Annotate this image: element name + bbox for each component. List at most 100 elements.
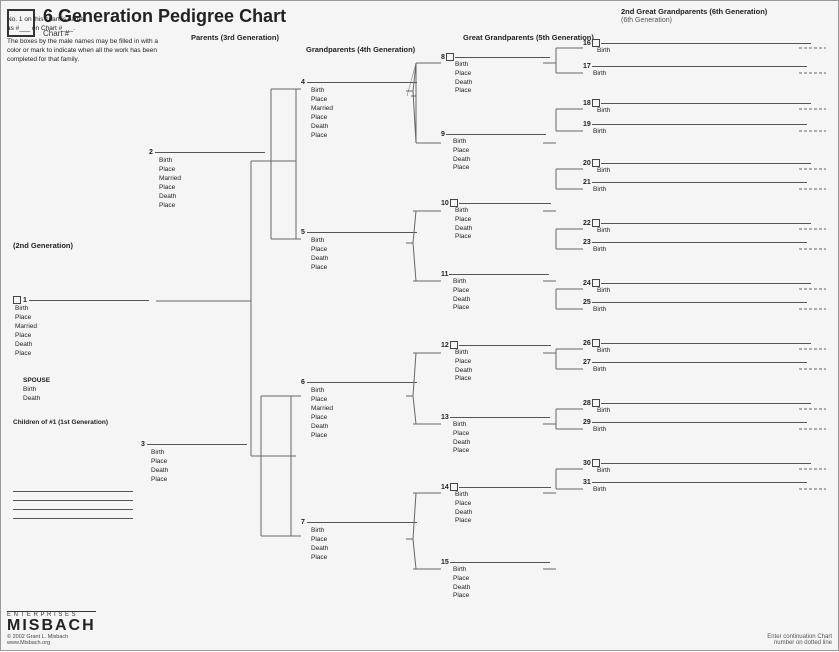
p24-num: 24 — [583, 280, 591, 287]
p30-birth: Birth — [597, 467, 811, 474]
p31-num: 31 — [583, 479, 591, 486]
no1-text-line2: as #___ on Chart #___. — [7, 24, 162, 33]
p4-fields: Birth Place Married Place Death Place — [311, 86, 417, 141]
p5-fields: Birth Place Death Place — [311, 236, 417, 272]
person-9: 9 Birth Place Death Place — [441, 131, 546, 173]
p26-num: 26 — [583, 340, 591, 347]
p13-fields: Birth Place Death Place — [453, 421, 550, 456]
person-10: 10 Birth Place Death Place — [441, 199, 551, 242]
boxes-text: The boxes by the male names may be fille… — [7, 37, 162, 64]
p4-num: 4 — [301, 79, 305, 86]
p19-num: 19 — [583, 121, 591, 128]
p6-fields: Birth Place Married Place Death Place — [311, 386, 417, 441]
spouse-death: Death — [23, 394, 50, 403]
misbach-label: MISBACH — [7, 618, 96, 634]
p28-birth: Birth — [597, 407, 811, 414]
person-7: 7 Birth Place Death Place — [301, 519, 417, 562]
p17-num: 17 — [583, 63, 591, 70]
p18-num: 18 — [583, 100, 591, 107]
p10-fields: Birth Place Death Place — [455, 207, 551, 242]
spouse-birth: Birth — [23, 385, 50, 394]
p30-num: 30 — [583, 460, 591, 467]
person-25: 25 Birth — [583, 299, 807, 313]
misbach-logo-area: E N T E R P R I S E S MISBACH © 2002 Gra… — [7, 611, 96, 646]
p3-fields: Birth Place Death Place — [151, 448, 247, 484]
person-23: 23 Birth — [583, 239, 807, 253]
p11-fields: Birth Place Death Place — [453, 278, 549, 313]
p1-fields: Birth Place Married Place Death Place — [15, 304, 149, 359]
continuation-line2: number on dotted line — [767, 640, 832, 646]
p14-fields: Birth Place Death Place — [455, 491, 551, 526]
person-6: 6 Birth Place Married Place Death Place — [301, 379, 417, 441]
gen3-header: Parents (3rd Generation) — [191, 33, 279, 42]
p16-num: 16 — [583, 40, 591, 47]
p2-num: 2 — [149, 149, 153, 156]
p7-fields: Birth Place Death Place — [311, 526, 417, 562]
p11-num: 11 — [441, 271, 448, 278]
p21-birth: Birth — [593, 186, 807, 193]
person-26: 26 Birth — [583, 339, 811, 354]
no1-text-line1: No. 1 on this chart is same — [7, 15, 162, 24]
person-20: 20 Birth — [583, 159, 811, 174]
p28-num: 28 — [583, 400, 591, 407]
person-5: 5 Birth Place Death Place — [301, 229, 417, 272]
person-11: 11 Birth Place Death Place — [441, 271, 549, 313]
p26-box — [592, 339, 600, 347]
person-30: 30 Birth — [583, 459, 811, 474]
gen6-sub: (6th Generation) — [621, 17, 672, 24]
p27-num: 27 — [583, 359, 591, 366]
p23-birth: Birth — [593, 246, 807, 253]
chart-container: 6 Generation Pedigree Chart Chart # No. … — [0, 0, 839, 651]
p29-birth: Birth — [593, 426, 807, 433]
p6-num: 6 — [301, 379, 305, 386]
p17-birth: Birth — [593, 70, 807, 77]
person-14: 14 Birth Place Death Place — [441, 483, 551, 526]
p16-box — [592, 39, 600, 47]
person-3: 3 Birth Place Death Place — [141, 441, 247, 484]
person-8: 8 Birth Place Death Place — [441, 53, 550, 96]
p20-box — [592, 159, 600, 167]
person-4: 4 Birth Place Married Place Death Place — [301, 79, 417, 141]
person-22: 22 Birth — [583, 219, 811, 234]
p23-num: 23 — [583, 239, 591, 246]
website-label: www.Misbach.org — [7, 640, 96, 646]
person-2: 2 Birth Place Married Place Death Place — [149, 149, 265, 211]
p10-box — [450, 199, 458, 207]
p24-birth: Birth — [597, 287, 811, 294]
p25-birth: Birth — [593, 306, 807, 313]
person-17: 17 Birth — [583, 63, 807, 77]
spouse-block: SPOUSE Birth Death — [23, 376, 50, 403]
p27-birth: Birth — [593, 366, 807, 373]
p18-birth: Birth — [597, 107, 811, 114]
p12-num: 12 — [441, 342, 449, 349]
p28-box — [592, 399, 600, 407]
p26-birth: Birth — [597, 347, 811, 354]
person-19: 19 Birth — [583, 121, 807, 135]
gen6-header: 2nd Great Grandparents (6th Generation) — [621, 7, 767, 16]
person-24: 24 Birth — [583, 279, 811, 294]
gen2-header: (2nd Generation) — [13, 241, 73, 250]
p8-num: 8 — [441, 54, 445, 61]
p22-box — [592, 219, 600, 227]
p7-num: 7 — [301, 519, 305, 526]
p9-fields: Birth Place Death Place — [453, 138, 546, 173]
person-12: 12 Birth Place Death Place — [441, 341, 551, 384]
p20-birth: Birth — [597, 167, 811, 174]
p25-num: 25 — [583, 299, 591, 306]
person-15: 15 Birth Place Death Place — [441, 559, 550, 601]
p1-box — [13, 296, 21, 304]
p8-fields: Birth Place Death Place — [455, 61, 550, 96]
p18-box — [592, 99, 600, 107]
person-21: 21 Birth — [583, 179, 807, 193]
p22-birth: Birth — [597, 227, 811, 234]
p2-fields: Birth Place Married Place Death Place — [159, 156, 265, 211]
p5-num: 5 — [301, 229, 305, 236]
person-31: 31 Birth — [583, 479, 807, 493]
person-27: 27 Birth — [583, 359, 807, 373]
spouse-label: SPOUSE — [23, 376, 50, 385]
p14-num: 14 — [441, 484, 449, 491]
p30-box — [592, 459, 600, 467]
person-29: 29 Birth — [583, 419, 807, 433]
p3-num: 3 — [141, 441, 145, 448]
p24-box — [592, 279, 600, 287]
